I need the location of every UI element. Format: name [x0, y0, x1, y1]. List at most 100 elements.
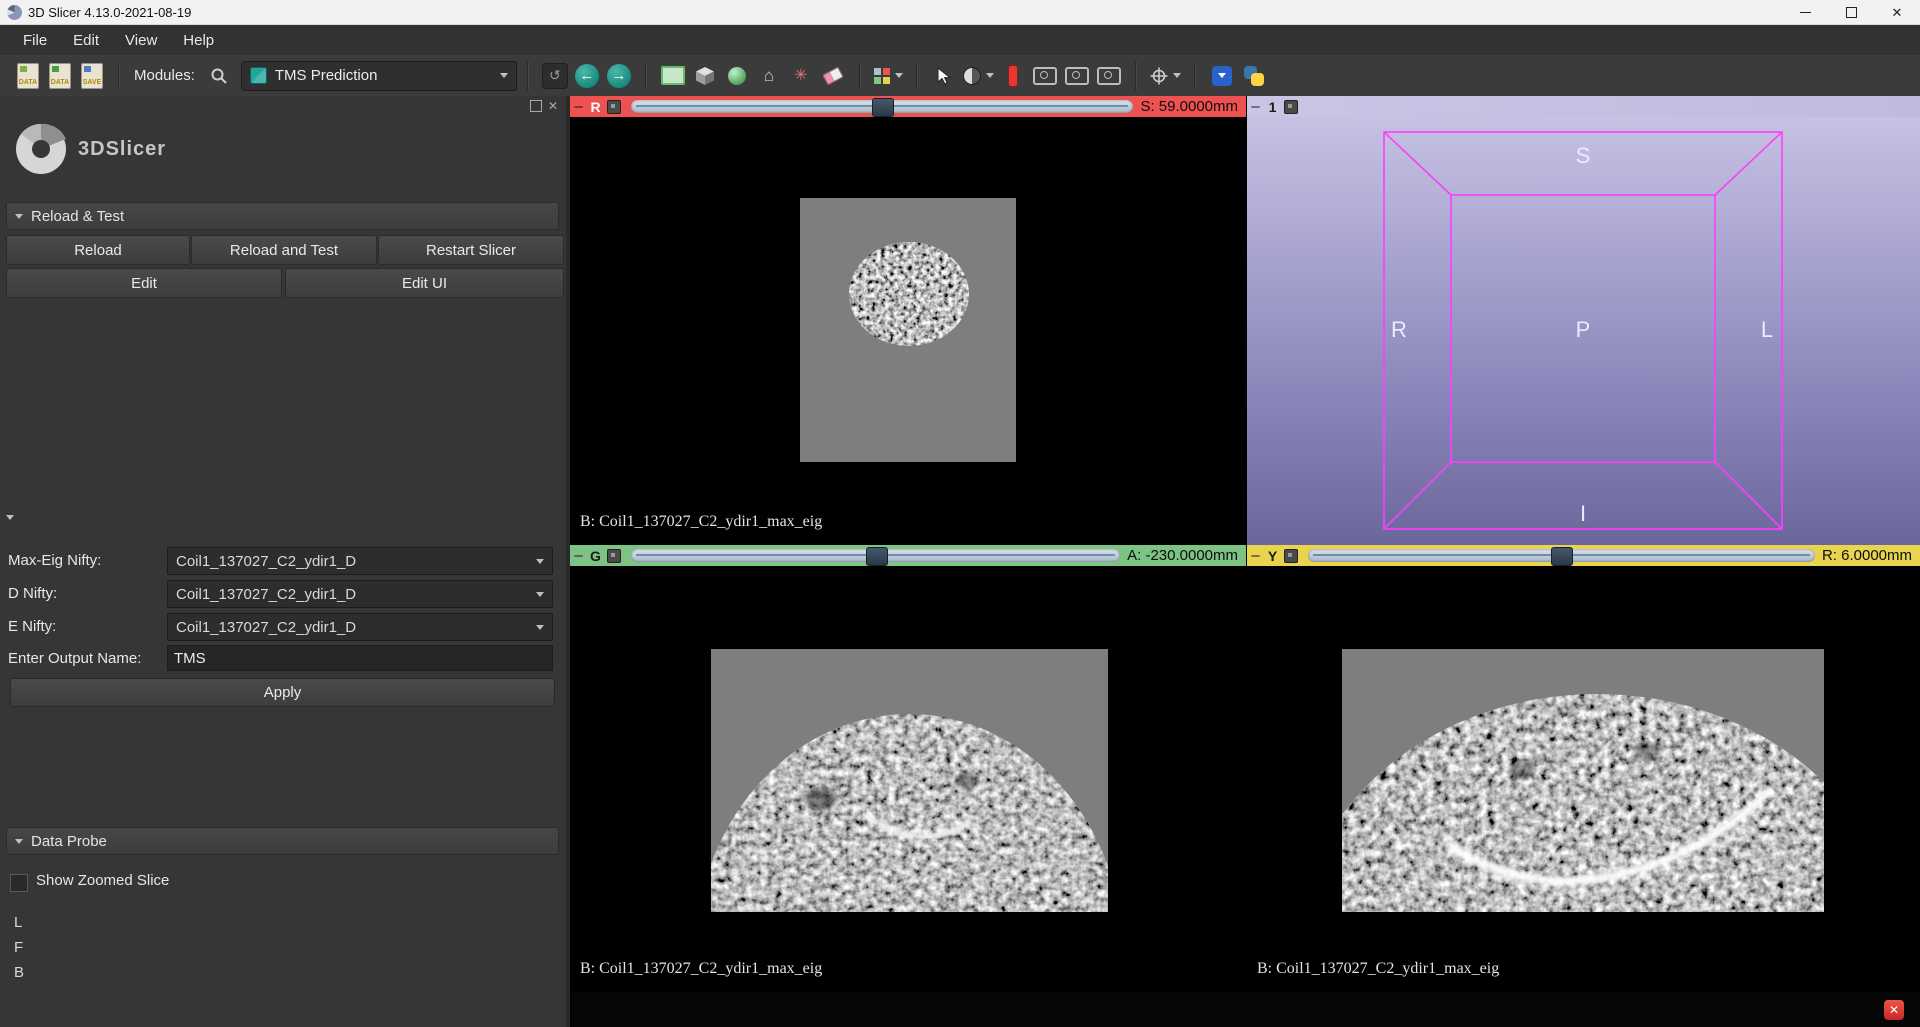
- maximize-button[interactable]: [1828, 0, 1874, 24]
- max-eig-nifty-label: Max-Eig Nifty:: [8, 547, 101, 573]
- d-nifty-label: D Nifty:: [8, 580, 57, 606]
- axial-slice-image: [800, 198, 1016, 462]
- yellow-slice-offset: R: 6.0000mm: [1822, 547, 1920, 564]
- module-search-button[interactable]: [206, 62, 232, 90]
- reload-test-title: Reload & Test: [31, 208, 124, 225]
- add-data-button[interactable]: DATA: [47, 62, 73, 90]
- probe-letter-b: B: [14, 964, 24, 981]
- scene-star-button[interactable]: ✳: [788, 62, 814, 90]
- reload-test-section-header[interactable]: Reload & Test: [6, 202, 559, 230]
- screenshot-icon: [661, 66, 685, 85]
- error-log-button[interactable]: ✕: [1884, 1000, 1904, 1020]
- layout-selector[interactable]: [874, 62, 903, 90]
- python-console-button[interactable]: [1241, 62, 1267, 90]
- close-button[interactable]: ✕: [1874, 0, 1920, 24]
- green-slice-viewport[interactable]: B: Coil1_137027_C2_ydir1_max_eig: [570, 566, 1246, 992]
- edit-ui-button[interactable]: Edit UI: [285, 268, 564, 298]
- chevron-down-icon: [536, 559, 544, 564]
- module-forward-button[interactable]: →: [606, 62, 632, 90]
- menu-view[interactable]: View: [112, 25, 170, 55]
- show-zoomed-slice-label: Show Zoomed Slice: [36, 872, 169, 889]
- forward-arrow-icon: →: [607, 64, 631, 88]
- menu-file[interactable]: File: [10, 25, 60, 55]
- menu-edit[interactable]: Edit: [60, 25, 112, 55]
- save-button[interactable]: SAVE: [79, 62, 105, 90]
- reload-button[interactable]: Reload: [6, 235, 190, 265]
- collapse-triangle-icon: [15, 839, 23, 844]
- close-panel-icon[interactable]: ✕: [548, 100, 558, 112]
- pin-icon[interactable]: [607, 100, 621, 114]
- yellow-slice-label: B: Coil1_137027_C2_ydir1_max_eig: [1257, 960, 1499, 978]
- coronal-slice-image: [711, 649, 1108, 912]
- pin-icon[interactable]: [1284, 100, 1298, 114]
- apply-button[interactable]: Apply: [10, 678, 555, 707]
- crosshair-icon: [1150, 67, 1168, 85]
- axis-label-superior: S: [1576, 143, 1591, 168]
- show-zoomed-slice-checkbox[interactable]: [10, 874, 28, 892]
- axis-label-posterior: P: [1576, 317, 1591, 342]
- extensions-catalog-button[interactable]: [724, 62, 750, 90]
- threed-bar-minimize-button[interactable]: –: [1247, 96, 1264, 117]
- module-selector[interactable]: TMS Prediction: [241, 61, 517, 91]
- menu-help[interactable]: Help: [170, 25, 227, 55]
- chevron-down-icon: [536, 625, 544, 630]
- chevron-down-icon: [1173, 73, 1181, 78]
- undock-panel-icon[interactable]: [530, 100, 542, 112]
- module-history-button[interactable]: ↺: [542, 62, 568, 90]
- module-back-button[interactable]: ←: [574, 62, 600, 90]
- axis-label-right: R: [1391, 317, 1407, 342]
- scene-view-add-button[interactable]: [1064, 62, 1090, 90]
- clear-scene-button[interactable]: [820, 62, 846, 90]
- minimize-button[interactable]: [1782, 0, 1828, 24]
- screen-capture-button[interactable]: [660, 62, 686, 90]
- scene-views-button[interactable]: [692, 62, 718, 90]
- max-eig-nifty-combobox[interactable]: Coil1_137027_C2_ydir1_D: [167, 547, 553, 575]
- search-icon: [210, 67, 228, 85]
- scene-view-restore-button[interactable]: [1096, 62, 1122, 90]
- red-slice-viewport[interactable]: B: Coil1_137027_C2_ydir1_max_eig: [570, 117, 1246, 545]
- yellow-slice-controller-bar: – Y R: 6.0000mm: [1247, 545, 1920, 566]
- green-bar-minimize-button[interactable]: –: [570, 545, 587, 566]
- red-bar-minimize-button[interactable]: –: [570, 96, 587, 117]
- mouse-interaction-button[interactable]: [931, 62, 957, 90]
- cursor-icon: [936, 67, 952, 85]
- parameters-collapse-icon[interactable]: [6, 515, 14, 520]
- place-markup-button[interactable]: [1000, 62, 1026, 90]
- yellow-slider-handle[interactable]: [1551, 547, 1573, 566]
- pin-icon[interactable]: [607, 549, 621, 563]
- minimize-icon: [1800, 12, 1811, 13]
- edit-button[interactable]: Edit: [6, 268, 282, 298]
- status-bar: ✕: [570, 992, 1920, 1027]
- data-probe-title: Data Probe: [31, 833, 107, 850]
- yellow-bar-minimize-button[interactable]: –: [1247, 545, 1264, 566]
- yellow-slice-letter: Y: [1264, 548, 1281, 564]
- probe-letter-l: L: [14, 914, 22, 931]
- yellow-slice-slider[interactable]: [1308, 549, 1815, 562]
- output-name-input[interactable]: [167, 645, 553, 671]
- yellow-slice-viewport[interactable]: B: Coil1_137027_C2_ydir1_max_eig: [1247, 566, 1920, 992]
- red-slice-slider[interactable]: [631, 100, 1133, 113]
- window-title: 3D Slicer 4.13.0-2021-08-19: [28, 5, 191, 20]
- e-nifty-combobox[interactable]: Coil1_137027_C2_ydir1_D: [167, 613, 553, 641]
- window-level-selector[interactable]: [963, 62, 994, 90]
- data-probe-section-header[interactable]: Data Probe: [6, 827, 559, 855]
- capture-screenshot-button[interactable]: [1032, 62, 1058, 90]
- probe-letter-f: F: [14, 939, 23, 956]
- reload-and-test-button[interactable]: Reload and Test: [191, 235, 377, 265]
- green-slider-handle[interactable]: [866, 547, 888, 566]
- pin-icon[interactable]: [1284, 549, 1298, 563]
- home-module-button[interactable]: ⌂: [756, 62, 782, 90]
- load-data-button[interactable]: DATA: [15, 62, 41, 90]
- toolbar-separator: [118, 62, 120, 90]
- d-nifty-combobox[interactable]: Coil1_137027_C2_ydir1_D: [167, 580, 553, 608]
- threed-viewport[interactable]: S R P L I: [1247, 117, 1920, 545]
- extensions-manager-button[interactable]: [1209, 62, 1235, 90]
- restart-slicer-button[interactable]: Restart Slicer: [378, 235, 564, 265]
- modules-label: Modules:: [134, 67, 195, 84]
- crosshair-selector[interactable]: [1150, 62, 1181, 90]
- toolbar: DATA DATA SAVE Modules: TMS Prediction ↺…: [0, 55, 1920, 97]
- green-slice-slider[interactable]: [631, 549, 1120, 562]
- chevron-down-icon: [500, 73, 508, 78]
- slicer-logo-icon: [14, 122, 68, 176]
- red-slider-handle[interactable]: [872, 98, 894, 117]
